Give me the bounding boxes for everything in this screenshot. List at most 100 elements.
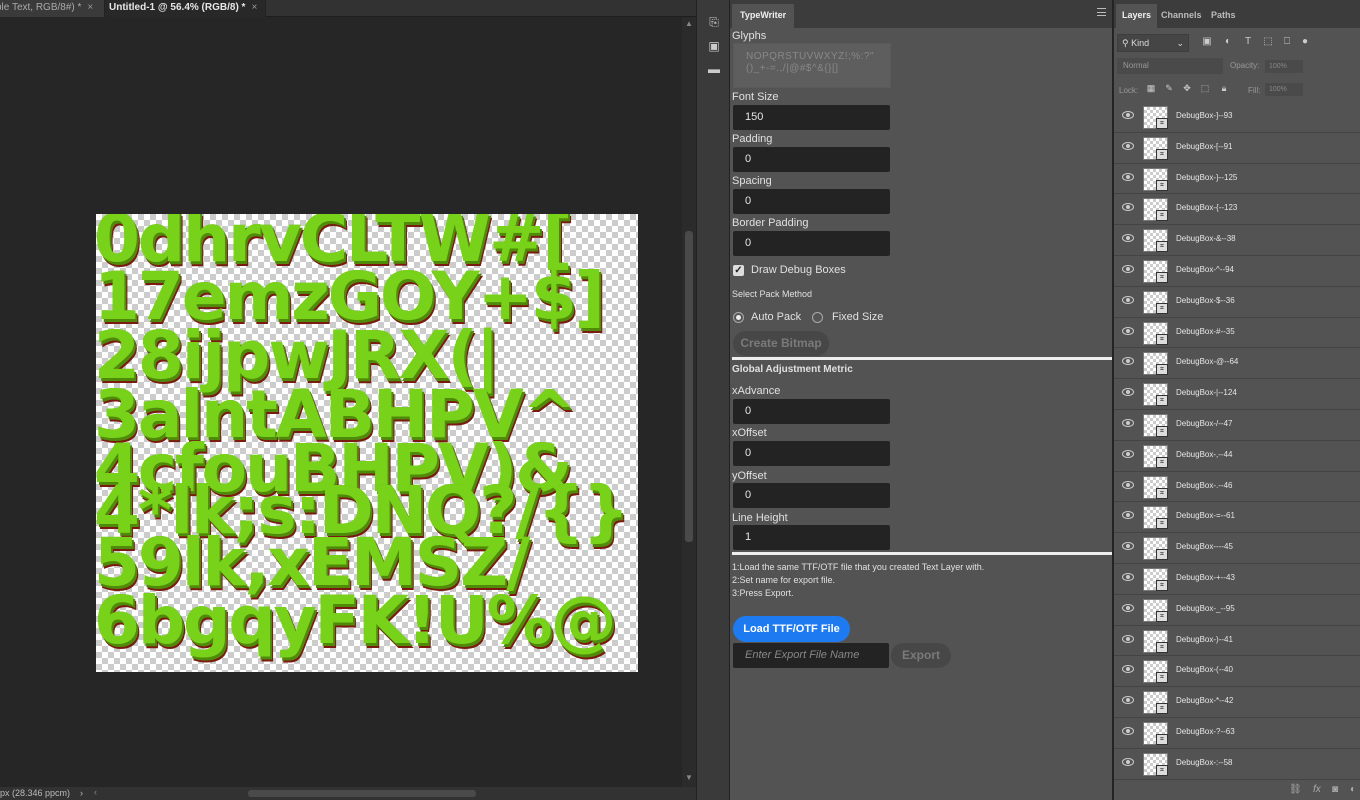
line-height-field[interactable]: 1 [733,525,890,550]
eye-icon[interactable] [1122,634,1134,643]
load-font-button[interactable]: Load TTF/OTF File [733,616,850,642]
fill-field[interactable]: 100% [1265,83,1303,96]
auto-pack-radio[interactable] [733,312,744,323]
comment-icon[interactable]: ▬ [705,61,723,77]
yoffset-field[interactable]: 0 [733,483,890,508]
debug-boxes-checkbox[interactable]: ✓ [733,265,744,276]
opacity-field[interactable]: 100% [1265,60,1303,73]
scroll-up-icon[interactable]: ▲ [685,19,693,28]
lock-all-icon[interactable]: 🔒︎ [1218,82,1230,94]
eye-icon[interactable] [1122,357,1134,366]
eye-icon[interactable] [1122,326,1134,335]
horizontal-scrollbar[interactable]: ‹ [94,786,680,799]
link-icon[interactable]: ⛓ [1289,784,1302,795]
smart-object-filter-icon[interactable]: ⎕ [1281,36,1293,48]
type-filter-icon[interactable]: T [1242,36,1254,48]
layer-row[interactable]: ⌗ DebugBox-:--58 [1114,748,1360,780]
close-icon[interactable]: × [87,2,93,13]
kind-filter-select[interactable]: ⚲ Kind ⌄ [1117,34,1189,52]
eye-icon[interactable] [1122,449,1134,458]
tab-channels[interactable]: Channels [1155,4,1208,28]
layer-row[interactable]: ⌗ DebugBox-|--124 [1114,379,1360,410]
layer-row[interactable]: ⌗ DebugBox-+--43 [1114,563,1360,595]
eye-icon[interactable] [1122,141,1134,150]
scrollbar-thumb[interactable] [248,790,476,797]
eye-icon[interactable] [1122,172,1134,181]
eye-icon[interactable] [1122,542,1134,551]
tab-typewriter[interactable]: TypeWriter [732,4,795,28]
fixed-size-radio[interactable] [812,312,823,323]
lock-artboard-icon[interactable]: ⬚ [1199,82,1211,94]
layer-row[interactable]: ⌗ DebugBox-{--123 [1114,194,1360,226]
debug-boxes-label[interactable]: Draw Debug Boxes [751,264,846,276]
create-bitmap-button[interactable]: Create Bitmap [733,331,829,356]
spacing-field[interactable]: 0 [733,189,890,214]
eye-icon[interactable] [1122,603,1134,612]
doc-tab-sample-text[interactable]: ple Text, RGB/8#) * × [0,0,105,17]
fx-icon[interactable]: fx [1313,784,1321,795]
eye-icon[interactable] [1122,511,1134,520]
tab-layers[interactable]: Layers [1116,4,1158,28]
filter-toggle-icon[interactable]: ● [1299,36,1311,48]
shape-filter-icon[interactable]: ⬚ [1262,36,1274,48]
eye-icon[interactable] [1122,418,1134,427]
eye-icon[interactable] [1122,234,1134,243]
layer-row[interactable]: ⌗ DebugBox-[--91 [1114,132,1360,164]
layer-row[interactable]: ⌗ DebugBox-(--40 [1114,656,1360,688]
eye-icon[interactable] [1122,726,1134,735]
eye-icon[interactable] [1122,264,1134,273]
eye-icon[interactable] [1122,111,1134,119]
document-canvas[interactable]: 0dhrvCLTW#[ 17emzGOY+$] 28ijpwJRX(| 3aln… [96,214,638,672]
eye-icon[interactable] [1122,295,1134,304]
fixed-size-label[interactable]: Fixed Size [832,311,883,323]
document-size-info[interactable]: px (28.346 ppcm) [0,787,70,800]
panel-menu-icon[interactable] [1097,8,1106,16]
history-icon[interactable]: ⎘ [705,14,723,30]
chevron-right-icon[interactable]: › [80,787,83,800]
tab-paths[interactable]: Paths [1205,4,1242,28]
adjustment-icon[interactable]: ◐ [1350,784,1356,795]
lock-position-icon[interactable]: ✥ [1181,82,1193,94]
layer-row[interactable]: ⌗ DebugBox-)--41 [1114,625,1360,657]
eye-icon[interactable] [1122,665,1134,674]
vertical-scrollbar[interactable]: ▲ ▼ [682,17,696,787]
eye-icon[interactable] [1122,388,1134,397]
xoffset-field[interactable]: 0 [733,441,890,466]
layer-row[interactable]: ⌗ DebugBox-@--64 [1114,348,1360,380]
blend-mode-select[interactable]: Normal [1117,58,1223,74]
layer-row[interactable]: ⌗ DebugBox-&--38 [1114,225,1360,256]
layer-row[interactable]: ⌗ DebugBox-]--93 [1114,102,1360,133]
adjustment-filter-icon[interactable]: ◐ [1222,36,1234,48]
pixel-filter-icon[interactable]: ▣ [1201,36,1213,48]
eye-icon[interactable] [1122,480,1134,489]
layer-row[interactable]: ⌗ DebugBox----45 [1114,533,1360,564]
scroll-left-icon[interactable]: ‹ [94,786,97,799]
doc-tab-untitled-1[interactable]: Untitled-1 @ 56.4% (RGB/8) * × [105,0,267,17]
layer-row[interactable]: ⌗ DebugBox-^--94 [1114,255,1360,287]
padding-field[interactable]: 0 [733,147,890,172]
scroll-down-icon[interactable]: ▼ [685,773,693,782]
eye-icon[interactable] [1122,757,1134,766]
mask-icon[interactable]: ◙ [1332,784,1338,795]
border-padding-field[interactable]: 0 [733,231,890,256]
layer-row[interactable]: ⌗ DebugBox-_--95 [1114,594,1360,626]
eye-icon[interactable] [1122,572,1134,581]
export-filename-input[interactable]: Enter Export File Name [733,643,889,668]
layer-row[interactable]: ⌗ DebugBox-}--125 [1114,163,1360,195]
font-size-field[interactable]: 150 [733,105,890,130]
lock-transparent-icon[interactable]: ▦ [1145,82,1157,94]
lock-brush-icon[interactable]: ✎ [1163,82,1175,94]
plugin-icon[interactable]: ▣ [705,38,723,54]
layer-row[interactable]: ⌗ DebugBox-*--42 [1114,687,1360,718]
eye-icon[interactable] [1122,203,1134,212]
glyphs-field[interactable]: NOPQRSTUVWXYZ!;%:?" ()_+-=.,/|@#$^&{}[] [733,43,891,88]
xadvance-field[interactable]: 0 [733,399,890,424]
scrollbar-thumb[interactable] [685,231,693,542]
auto-pack-label[interactable]: Auto Pack [751,311,801,323]
layer-row[interactable]: ⌗ DebugBox-$--36 [1114,286,1360,318]
layer-row[interactable]: ⌗ DebugBox-?--63 [1114,717,1360,749]
close-icon[interactable]: × [251,2,257,13]
layer-row[interactable]: ⌗ DebugBox-,--44 [1114,440,1360,472]
layer-row[interactable]: ⌗ DebugBox-#--35 [1114,317,1360,349]
layer-row[interactable]: ⌗ DebugBox-.--46 [1114,471,1360,503]
